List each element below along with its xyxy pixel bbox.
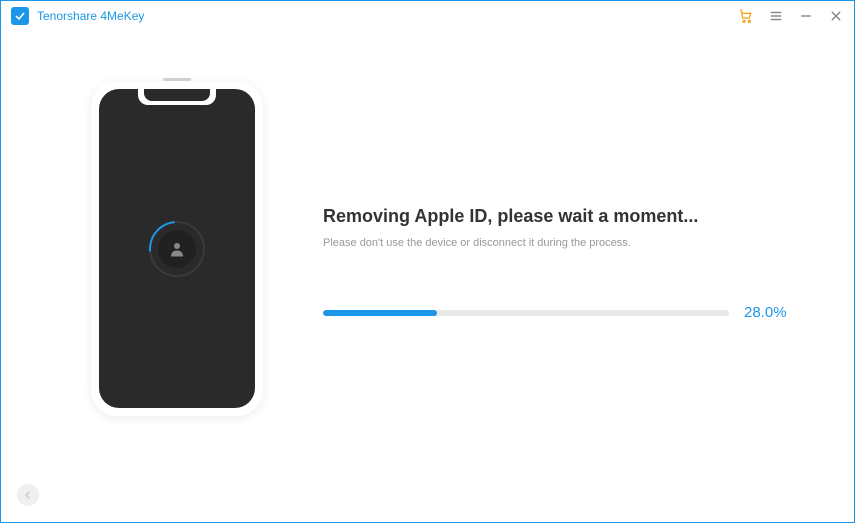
loading-avatar: [149, 221, 205, 277]
phone-frame: [91, 81, 263, 416]
status-subtext: Please don't use the device or disconnec…: [323, 237, 794, 249]
cart-icon[interactable]: [738, 8, 754, 24]
main-content: Removing Apple ID, please wait a moment.…: [1, 31, 854, 416]
phone-speaker: [163, 78, 191, 81]
titlebar-right: [738, 8, 844, 24]
titlebar: Tenorshare 4MeKey: [1, 1, 854, 31]
app-logo-icon: [11, 7, 29, 25]
app-title: Tenorshare 4MeKey: [37, 9, 144, 23]
app-window: Tenorshare 4MeKey: [0, 0, 855, 523]
phone-screen: [99, 89, 255, 408]
back-button[interactable]: [17, 484, 39, 506]
progress-row: 28.0%: [323, 304, 794, 321]
status-heading: Removing Apple ID, please wait a moment.…: [323, 206, 794, 227]
phone-illustration: [91, 81, 263, 416]
progress-fill: [323, 310, 437, 316]
user-icon: [158, 230, 196, 268]
progress-bar: [323, 310, 729, 316]
progress-percent: 28.0%: [744, 304, 794, 321]
titlebar-left: Tenorshare 4MeKey: [11, 7, 144, 25]
phone-notch: [138, 89, 216, 105]
status-panel: Removing Apple ID, please wait a moment.…: [323, 176, 794, 321]
minimize-icon[interactable]: [798, 8, 814, 24]
menu-icon[interactable]: [768, 8, 784, 24]
close-icon[interactable]: [828, 8, 844, 24]
